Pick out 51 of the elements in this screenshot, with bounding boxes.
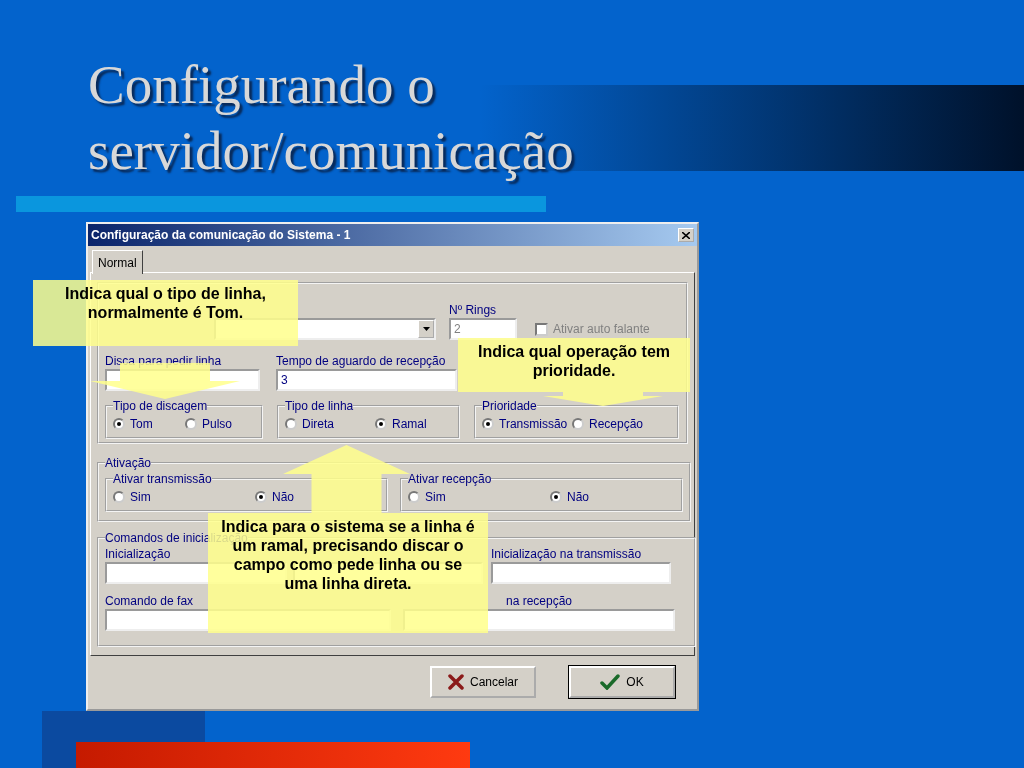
note-tooltip: Indica qual operação tem prioridade.: [458, 338, 690, 392]
radio-label: Sim: [425, 490, 446, 504]
radio-button[interactable]: [408, 491, 420, 503]
close-button[interactable]: [678, 228, 694, 242]
input-field[interactable]: 2: [449, 318, 517, 340]
close-icon: [682, 231, 690, 239]
group-label: Tipo de discagem: [113, 399, 208, 413]
radio-button[interactable]: [482, 418, 494, 430]
cross-icon: [448, 674, 464, 690]
radio-label: Ramal: [392, 417, 427, 431]
radio-button[interactable]: [255, 491, 267, 503]
radio-label: Direta: [302, 417, 334, 431]
window-title: Configuração da comunicação do Sistema - 1: [91, 228, 351, 242]
radio-button[interactable]: [113, 491, 125, 503]
checkbox[interactable]: [535, 322, 548, 336]
radio-button[interactable]: [550, 491, 562, 503]
field-label: Comando de fax: [105, 594, 195, 609]
field-label: na recepção: [505, 594, 574, 609]
note-tooltip: Indica qual o tipo de linha, normalmente é Tom.: [33, 280, 298, 346]
field-label: Tempo de aguardo de recepção: [276, 354, 447, 369]
radio-label: Não: [272, 490, 294, 504]
field-label: Inicialização na transmissão: [491, 547, 643, 562]
radio-label: Recepção: [589, 417, 644, 431]
checkbox-label: Ativar auto falante: [553, 322, 650, 336]
radio-button[interactable]: [113, 418, 125, 430]
radio-label: Transmissão: [499, 417, 568, 431]
group-label: Ativar transmissão: [113, 472, 212, 486]
slide-title: Configurando o: [88, 53, 436, 117]
cancel-button[interactable]: Cancelar: [430, 666, 536, 698]
field-label: Nº Rings: [449, 303, 498, 318]
radio-button[interactable]: [185, 418, 197, 430]
group-label: Ativação: [105, 456, 152, 470]
tab[interactable]: Normal: [92, 250, 143, 274]
radio-label: Não: [567, 490, 589, 504]
dropdown-arrow-icon: [422, 327, 430, 331]
field-label: Inicialização: [105, 547, 172, 562]
group-label: Prioridade: [482, 399, 537, 413]
group-label: Ativar recepção: [408, 472, 492, 486]
group-label: Tipo de linha: [285, 399, 354, 413]
ok-button[interactable]: OK: [569, 666, 675, 698]
radio-label: Tom: [130, 417, 153, 431]
input-field[interactable]: [491, 562, 671, 584]
radio-button[interactable]: [572, 418, 584, 430]
field-label: Disca para pedir linha: [105, 354, 223, 369]
slide-title: servidor/comunicação: [88, 119, 574, 183]
radio-button[interactable]: [285, 418, 297, 430]
check-icon: [600, 674, 621, 690]
radio-button[interactable]: [375, 418, 387, 430]
radio-label: Sim: [130, 490, 151, 504]
radio-label: Pulso: [202, 417, 233, 431]
input-field[interactable]: 3: [276, 369, 457, 391]
